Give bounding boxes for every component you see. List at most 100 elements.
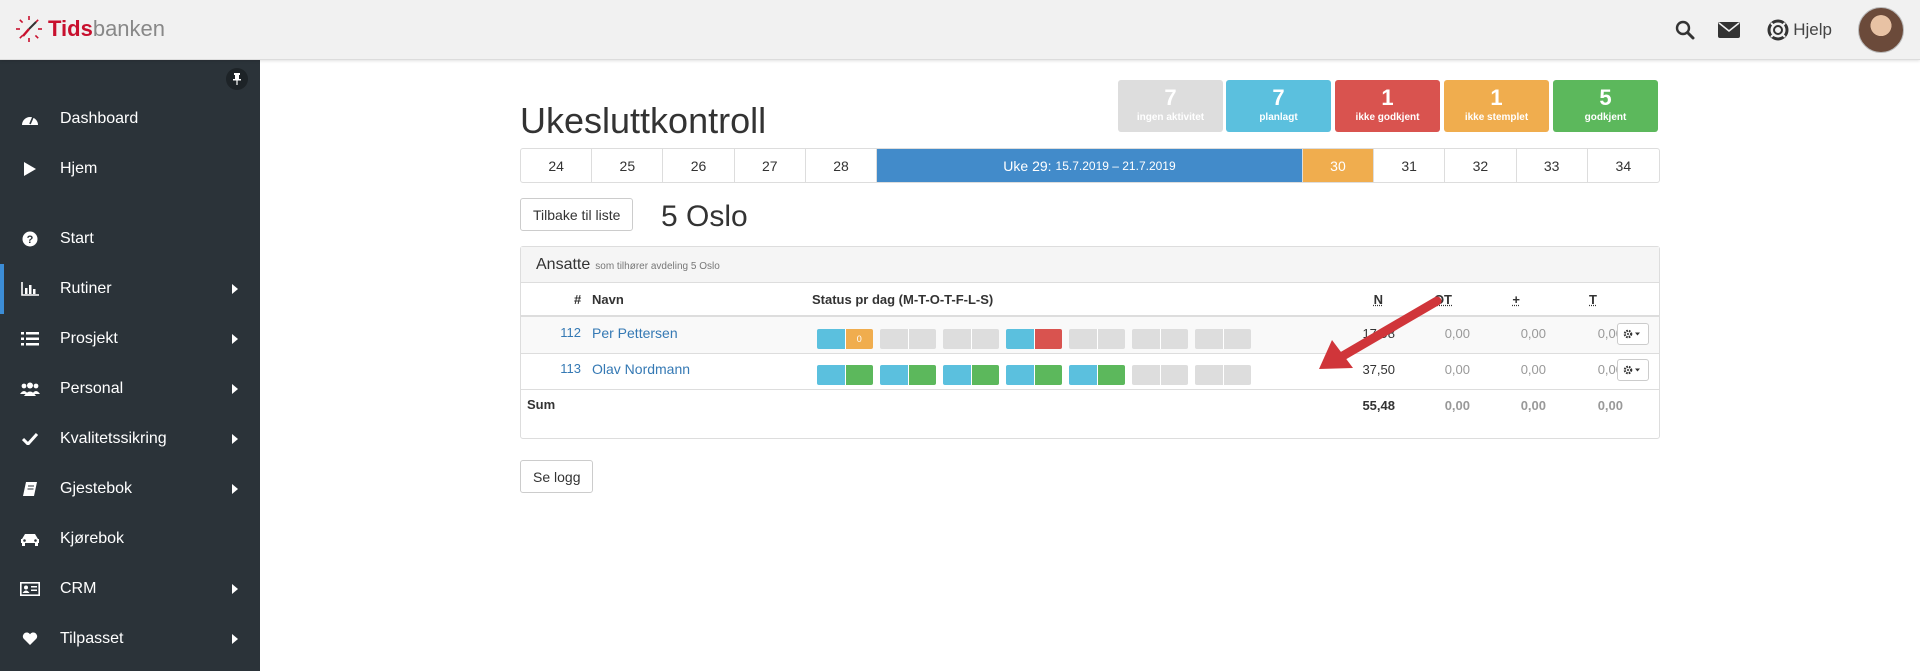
row-divider [521,353,1659,354]
day-status-first-half [817,365,846,385]
sidebar-item-tilpasset[interactable]: Tilpasset [0,614,260,664]
sidebar-item-label: Gjestebok [60,480,133,497]
day-status-cell[interactable] [817,365,873,385]
value-t: 0,00 [1597,362,1623,377]
week-button-32[interactable]: 32 [1445,149,1517,182]
sidebar-item-personal[interactable]: Personal [0,364,260,414]
dashboard-icon [20,112,40,126]
day-status-cell[interactable] [880,329,936,349]
employee-name-link[interactable]: Per Pettersen [592,325,678,341]
department-title: 5 Oslo [661,200,748,233]
stat-godkjent[interactable]: 5 godkjent [1553,80,1658,132]
stat-count: 1 [1490,85,1503,110]
week-current-label: Uke 29: [1003,157,1052,174]
employee-name-link[interactable]: Olav Nordmann [592,361,690,377]
logo-clock-icon [16,16,42,42]
day-status-second-half [1034,329,1062,349]
column-header-plus: + [1512,292,1520,307]
sidebar-item-label: Personal [60,380,124,397]
stat-label: ingen aktivitet [1136,112,1205,123]
row-actions-button[interactable] [1617,359,1649,381]
chevron-right-icon [232,334,238,344]
day-status-cell[interactable] [1132,329,1188,349]
top-bar: Tidsbanken Hjelp [0,0,1920,60]
gear-icon [1623,329,1640,339]
column-header-num: # [574,292,582,307]
week-button-33[interactable]: 33 [1517,149,1588,182]
day-status-cell[interactable] [1195,329,1251,349]
sidebar-item-kvalitetssikring[interactable]: Kvalitetssikring [0,414,260,464]
day-status-cell[interactable] [1132,365,1188,385]
stat-ikke-stemplet[interactable]: 1 ikke stemplet [1444,80,1549,132]
search-icon[interactable] [1663,0,1707,60]
sidebar-item-gjestebok[interactable]: Gjestebok [0,464,260,514]
list-icon [20,332,40,346]
logo-text: Tidsbanken [48,16,165,42]
view-log-button[interactable]: Se logg [520,460,594,493]
day-status-cell[interactable] [1006,365,1062,385]
logo[interactable]: Tidsbanken [14,14,165,44]
day-status-cell[interactable] [1069,365,1125,385]
sidebar-item-rutiner[interactable]: Rutiner [0,264,260,314]
day-status-first-half [1069,329,1098,349]
stat-ingen-aktivitet[interactable]: 7 ingen aktivitet [1118,80,1223,132]
panel-subtitle: som tilhører avdeling 5 Oslo [595,260,720,272]
week-button-26[interactable]: 26 [663,149,735,182]
day-status-second-half [1097,329,1125,349]
week-button-25[interactable]: 25 [592,149,664,182]
day-status-cell[interactable] [943,365,999,385]
employee-id-link[interactable]: 113 [559,361,581,376]
day-status-cell[interactable] [1195,365,1251,385]
day-status-cell[interactable]: 0 [817,329,873,349]
stat-ikke-godkjent[interactable]: 1 ikke godkjent [1335,80,1440,132]
panel-heading: Ansatte som tilhører avdeling 5 Oslo [521,247,1659,283]
week-button-31[interactable]: 31 [1374,149,1446,182]
week-current[interactable]: Uke 29: 15.7.2019 – 21.7.2019 [877,149,1303,182]
employee-id-link[interactable]: 112 [559,325,581,340]
sidebar-item-label: Kvalitetssikring [60,430,167,447]
sidebar-item-start[interactable]: ? Start [0,214,260,264]
column-header-t: T [1589,292,1597,307]
bar-chart-icon [20,282,40,296]
day-status-cell[interactable] [1069,329,1125,349]
day-status-first-half [1132,365,1161,385]
day-status-first-half [1195,365,1224,385]
sidebar-item-prosjekt[interactable]: Prosjekt [0,314,260,364]
week-button-28[interactable]: 28 [806,149,878,182]
week-navigation: 24 25 26 27 28 Uke 29: 15.7.2019 – 21.7.… [520,148,1660,183]
main-content: Ukesluttkontroll 7 ingen aktivitet 7 pla… [260,60,1920,671]
column-header-name[interactable]: Navn [592,292,624,307]
sidebar-item-dashboard[interactable]: Dashboard [0,94,260,144]
employees-panel: Ansatte som tilhører avdeling 5 Oslo # N… [520,246,1660,439]
lifebuoy-icon [1763,0,1793,60]
annotation-arrow-icon [1319,296,1442,369]
sidebar-item-crm[interactable]: CRM [0,564,260,614]
envelope-icon[interactable] [1707,0,1751,60]
day-status-cell[interactable] [1006,329,1062,349]
day-status-cell[interactable] [943,329,999,349]
help-link[interactable]: Hjelp [1763,0,1832,60]
day-status-cell[interactable] [880,365,936,385]
avatar[interactable] [1858,7,1904,53]
sidebar-item-label: CRM [60,580,97,597]
sidebar-item-hjem[interactable]: Hjem [0,144,260,194]
day-status-first-half [1006,365,1035,385]
stat-label: ikke godkjent [1355,112,1420,123]
stat-label: planlagt [1259,112,1298,123]
stat-planlagt[interactable]: 7 planlagt [1226,80,1331,132]
day-status-first-half [943,329,972,349]
day-status-second-half [1160,329,1188,349]
week-button-34[interactable]: 34 [1588,149,1659,182]
week-button-30[interactable]: 30 [1302,149,1375,182]
sidebar-item-kjorebok[interactable]: Kjørebok [0,514,260,564]
sum-n: 55,48 [1362,398,1395,413]
sidebar-item-label: Rutiner [60,280,112,297]
logo-bold: Tids [48,16,93,41]
chevron-right-icon [232,484,238,494]
week-button-27[interactable]: 27 [735,149,806,182]
back-to-list-button[interactable]: Tilbake til liste [520,198,634,231]
chevron-right-icon [232,384,238,394]
row-actions-button[interactable] [1617,323,1649,345]
week-button-24[interactable]: 24 [521,149,593,182]
pin-icon[interactable] [226,68,248,90]
